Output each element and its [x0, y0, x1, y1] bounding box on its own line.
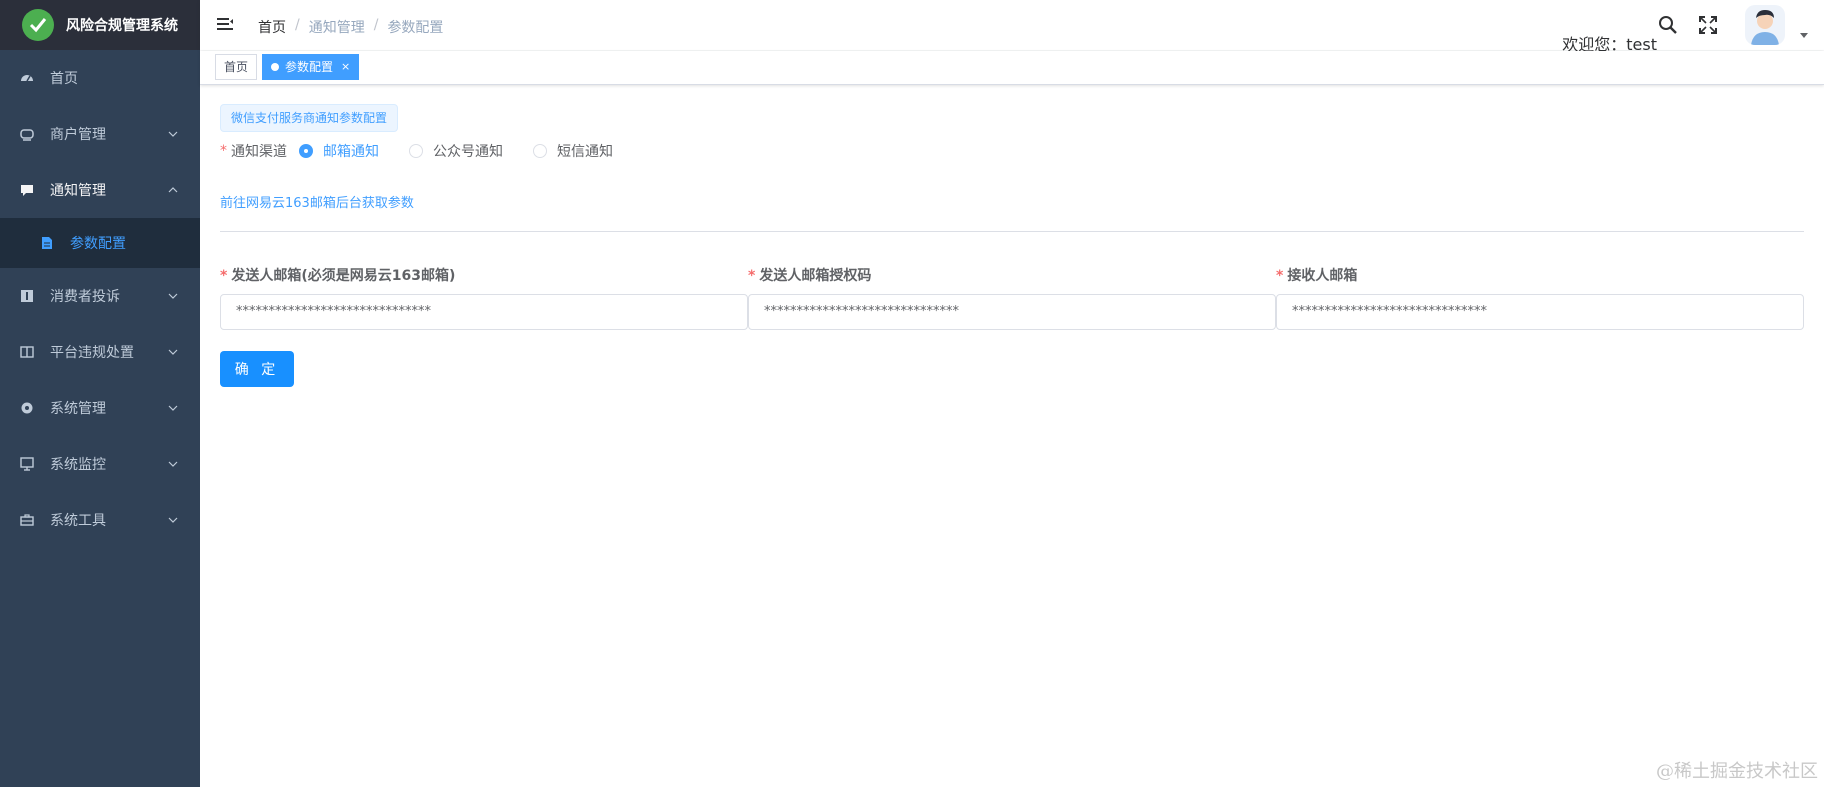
field-label-text: 发送人邮箱(必须是网易云163邮箱) — [231, 268, 456, 284]
sidebar-item-monitor[interactable]: 系统监控 — [0, 436, 200, 492]
logo-icon — [22, 9, 54, 41]
close-icon[interactable]: × — [341, 55, 350, 79]
field-label-text: 发送人邮箱授权码 — [759, 268, 872, 284]
main-content: 微信支付服务商通知参数配置 * 通知渠道 邮箱通知 公众号通知 短信通知 前往网… — [200, 86, 1824, 787]
receiver-email-field: * 接收人邮箱 ****************************** — [1276, 266, 1804, 330]
monitor-icon — [20, 457, 34, 471]
sender-email-field: * 发送人邮箱(必须是网易云163邮箱) ********************… — [220, 266, 748, 330]
breadcrumb-separator: / — [295, 17, 300, 33]
field-label: * 接收人邮箱 — [1276, 266, 1804, 286]
channel-label: 通知渠道 — [231, 144, 287, 160]
sidebar-item-label: 系统工具 — [50, 513, 106, 529]
required-mark: * — [748, 268, 756, 284]
tag-param-config[interactable]: 参数配置 × — [262, 54, 360, 80]
sender-email-input[interactable]: ****************************** — [220, 294, 748, 330]
radio-official-account[interactable]: 公众号通知 — [409, 141, 503, 161]
sidebar-item-system[interactable]: 系统管理 — [0, 380, 200, 436]
sidebar: 风险合规管理系统 首页 商户管理 通知管理 参数配置 消费者投诉 平台违规处置 … — [0, 0, 200, 787]
sidebar-item-home[interactable]: 首页 — [0, 50, 200, 106]
toolbox-icon — [20, 513, 34, 527]
breadcrumb: 首页 / 通知管理 / 参数配置 — [258, 17, 443, 37]
radio-sms[interactable]: 短信通知 — [533, 141, 613, 161]
radio-label: 公众号通知 — [433, 144, 503, 160]
logo-bar[interactable]: 风险合规管理系统 — [0, 0, 200, 50]
sidebar-item-notify[interactable]: 通知管理 — [0, 162, 200, 218]
chevron-down-icon — [168, 515, 178, 525]
sidebar-item-param-config[interactable]: 参数配置 — [0, 218, 200, 268]
radio-circle[interactable] — [299, 144, 313, 158]
sidebar-item-label: 平台违规处置 — [50, 345, 134, 361]
radio-circle[interactable] — [533, 144, 547, 158]
required-mark: * — [220, 268, 228, 284]
message-icon — [20, 183, 34, 197]
chevron-down-icon — [168, 403, 178, 413]
netease-mail-link[interactable]: 前往网易云163邮箱后台获取参数 — [220, 192, 414, 211]
radio-circle[interactable] — [409, 144, 423, 158]
breadcrumb-notify: 通知管理 — [308, 20, 365, 36]
app-title: 风险合规管理系统 — [66, 18, 178, 34]
breadcrumb-separator: / — [373, 17, 379, 33]
navbar: 首页 / 通知管理 / 参数配置 欢迎您：test — [200, 0, 1824, 54]
sidebar-item-complaint[interactable]: 消费者投诉 — [0, 268, 200, 324]
search-icon[interactable] — [1658, 15, 1678, 35]
hamburger-icon[interactable] — [216, 15, 234, 33]
receiver-email-input[interactable]: ****************************** — [1276, 294, 1804, 330]
radio-email[interactable]: 邮箱通知 — [299, 141, 379, 161]
field-label-text: 接收人邮箱 — [1287, 268, 1358, 284]
sender-auth-code-input[interactable]: ****************************** — [748, 294, 1276, 330]
sidebar-item-label: 参数配置 — [70, 236, 126, 252]
radio-label: 短信通知 — [557, 144, 613, 160]
breadcrumb-current: 参数配置 — [387, 20, 444, 36]
sidebar-item-label: 首页 — [50, 71, 78, 87]
watermark: @稀土掘金技术社区 — [1656, 761, 1818, 782]
field-label: * 发送人邮箱(必须是网易云163邮箱) — [220, 266, 748, 286]
sidebar-item-label: 消费者投诉 — [50, 289, 120, 305]
required-mark: * — [1276, 268, 1284, 284]
chevron-down-icon — [168, 129, 178, 139]
divider — [220, 231, 1804, 232]
chevron-up-icon — [168, 185, 178, 195]
tag-home[interactable]: 首页 — [215, 54, 258, 80]
sidebar-item-merchant[interactable]: 商户管理 — [0, 106, 200, 162]
active-dot-icon — [271, 63, 279, 71]
sidebar-item-label: 系统管理 — [50, 401, 106, 417]
radio-label: 邮箱通知 — [323, 144, 379, 160]
caret-down-icon[interactable] — [1800, 33, 1808, 38]
tag-label: 参数配置 — [285, 60, 334, 74]
fullscreen-icon[interactable] — [1698, 15, 1718, 35]
info-icon — [20, 289, 34, 303]
merchant-icon — [20, 127, 34, 141]
chevron-down-icon — [168, 291, 178, 301]
sidebar-item-label: 系统监控 — [50, 457, 106, 473]
sidebar-item-violation[interactable]: 平台违规处置 — [0, 324, 200, 380]
gear-icon — [20, 401, 34, 415]
confirm-button[interactable]: 确 定 — [220, 351, 294, 387]
document-icon — [40, 236, 54, 250]
chevron-down-icon — [168, 459, 178, 469]
channel-radio-group: * 通知渠道 邮箱通知 公众号通知 短信通知 — [220, 141, 643, 161]
breadcrumb-home[interactable]: 首页 — [258, 17, 286, 37]
sender-auth-code-field: * 发送人邮箱授权码 ****************************** — [748, 266, 1276, 330]
chevron-down-icon — [168, 347, 178, 357]
avatar[interactable] — [1745, 5, 1785, 45]
field-label: * 发送人邮箱授权码 — [748, 266, 1276, 286]
section-tag: 微信支付服务商通知参数配置 — [220, 104, 399, 132]
required-mark: * — [220, 143, 227, 159]
book-icon — [20, 345, 34, 359]
sidebar-item-label: 通知管理 — [50, 183, 106, 199]
tags-view: 首页 参数配置 × — [200, 51, 1824, 85]
sidebar-item-tools[interactable]: 系统工具 — [0, 492, 200, 548]
sidebar-item-label: 商户管理 — [50, 127, 106, 143]
dashboard-icon — [20, 71, 34, 85]
